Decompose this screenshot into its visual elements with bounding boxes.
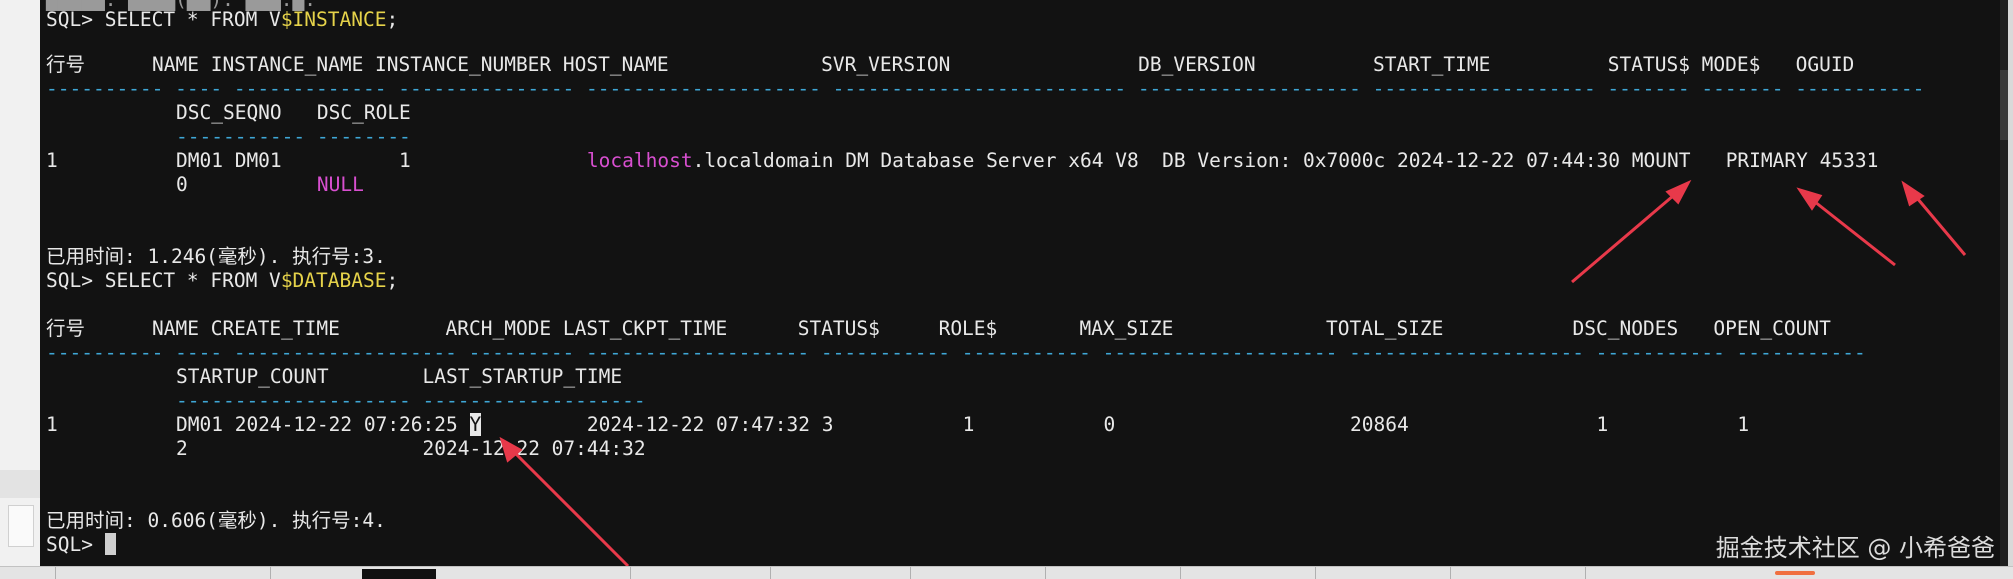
- taskbar-separator: [1450, 567, 1451, 579]
- instance-header-row: NAME INSTANCE_NAME INSTANCE_NUMBER HOST_…: [152, 53, 1855, 76]
- col-header-rownum: 行号: [46, 53, 86, 76]
- taskbar-separator: [1315, 567, 1316, 579]
- terminal-window[interactable]: █████: ████(██). ███:█. SQL> SELECT * FR…: [40, 0, 2008, 566]
- instance-data-row-2: 0 NULL: [176, 173, 364, 196]
- sql-command-database: SQL> SELECT * FROM V$DATABASE;: [46, 269, 399, 292]
- database-header-row: NAME CREATE_TIME ARCH_MODE LAST_CKPT_TIM…: [152, 317, 1831, 340]
- left-panel-strip: [0, 0, 41, 566]
- database-separator-2: -------------------- -------------------: [176, 389, 646, 412]
- taskbar-separator: [1045, 567, 1046, 579]
- elapsed-time-1: 已用时间: 1.246(毫秒). 执行号:3.: [46, 245, 386, 268]
- left-panel-item[interactable]: [8, 505, 34, 547]
- taskbar-separator: [1585, 567, 1586, 579]
- instance-row-number: 1: [46, 149, 58, 172]
- instance-separator-2: ----------- --------: [176, 125, 411, 148]
- instance-separator: ---------- ---- ------------- ----------…: [46, 77, 1925, 100]
- left-panel-item[interactable]: [0, 470, 40, 498]
- taskbar-separator: [1180, 567, 1181, 579]
- database-data-row: DM01 2024-12-22 07:26:25 Y 2024-12-22 07…: [176, 413, 1750, 436]
- instance-data-row: DM01 DM01 1 localhost.localdomain DM Dat…: [176, 149, 1879, 172]
- watermark-text: 掘金技术社区 @ 小希爸爸: [1715, 534, 1995, 562]
- taskbar-separator: [770, 567, 771, 579]
- null-value: NULL: [316, 173, 364, 196]
- arch-mode-value-highlighted: Y: [469, 413, 482, 436]
- instance-header-row-2: DSC_SEQNO DSC_ROLE: [176, 101, 411, 124]
- taskbar-separator: [55, 567, 56, 579]
- taskbar-separator: [270, 567, 271, 579]
- col-header-rownum-2: 行号: [46, 317, 86, 340]
- database-header-row-2: STARTUP_COUNT LAST_STARTUP_TIME: [176, 365, 623, 388]
- terminal-scrollbar[interactable]: [2000, 0, 2008, 566]
- sql-command-instance: SQL> SELECT * FROM V$INSTANCE;: [46, 8, 399, 31]
- taskbar-indicator: [1775, 571, 1815, 575]
- text-cursor: [104, 533, 116, 555]
- host-keyword: localhost: [586, 149, 693, 172]
- taskbar-separator: [910, 567, 911, 579]
- database-row-number: 1: [46, 413, 58, 436]
- database-data-row-2: 2 2024-12-22 07:44:32: [176, 437, 646, 460]
- scrollbar-thumb[interactable]: [2000, 70, 2008, 140]
- taskbar: [0, 566, 2013, 579]
- taskbar-separator: [630, 567, 631, 579]
- database-separator: ---------- ---- ------------------- ----…: [46, 341, 1866, 364]
- sql-prompt[interactable]: SQL>: [46, 533, 116, 557]
- elapsed-time-2: 已用时间: 0.606(毫秒). 执行号:4.: [46, 509, 386, 532]
